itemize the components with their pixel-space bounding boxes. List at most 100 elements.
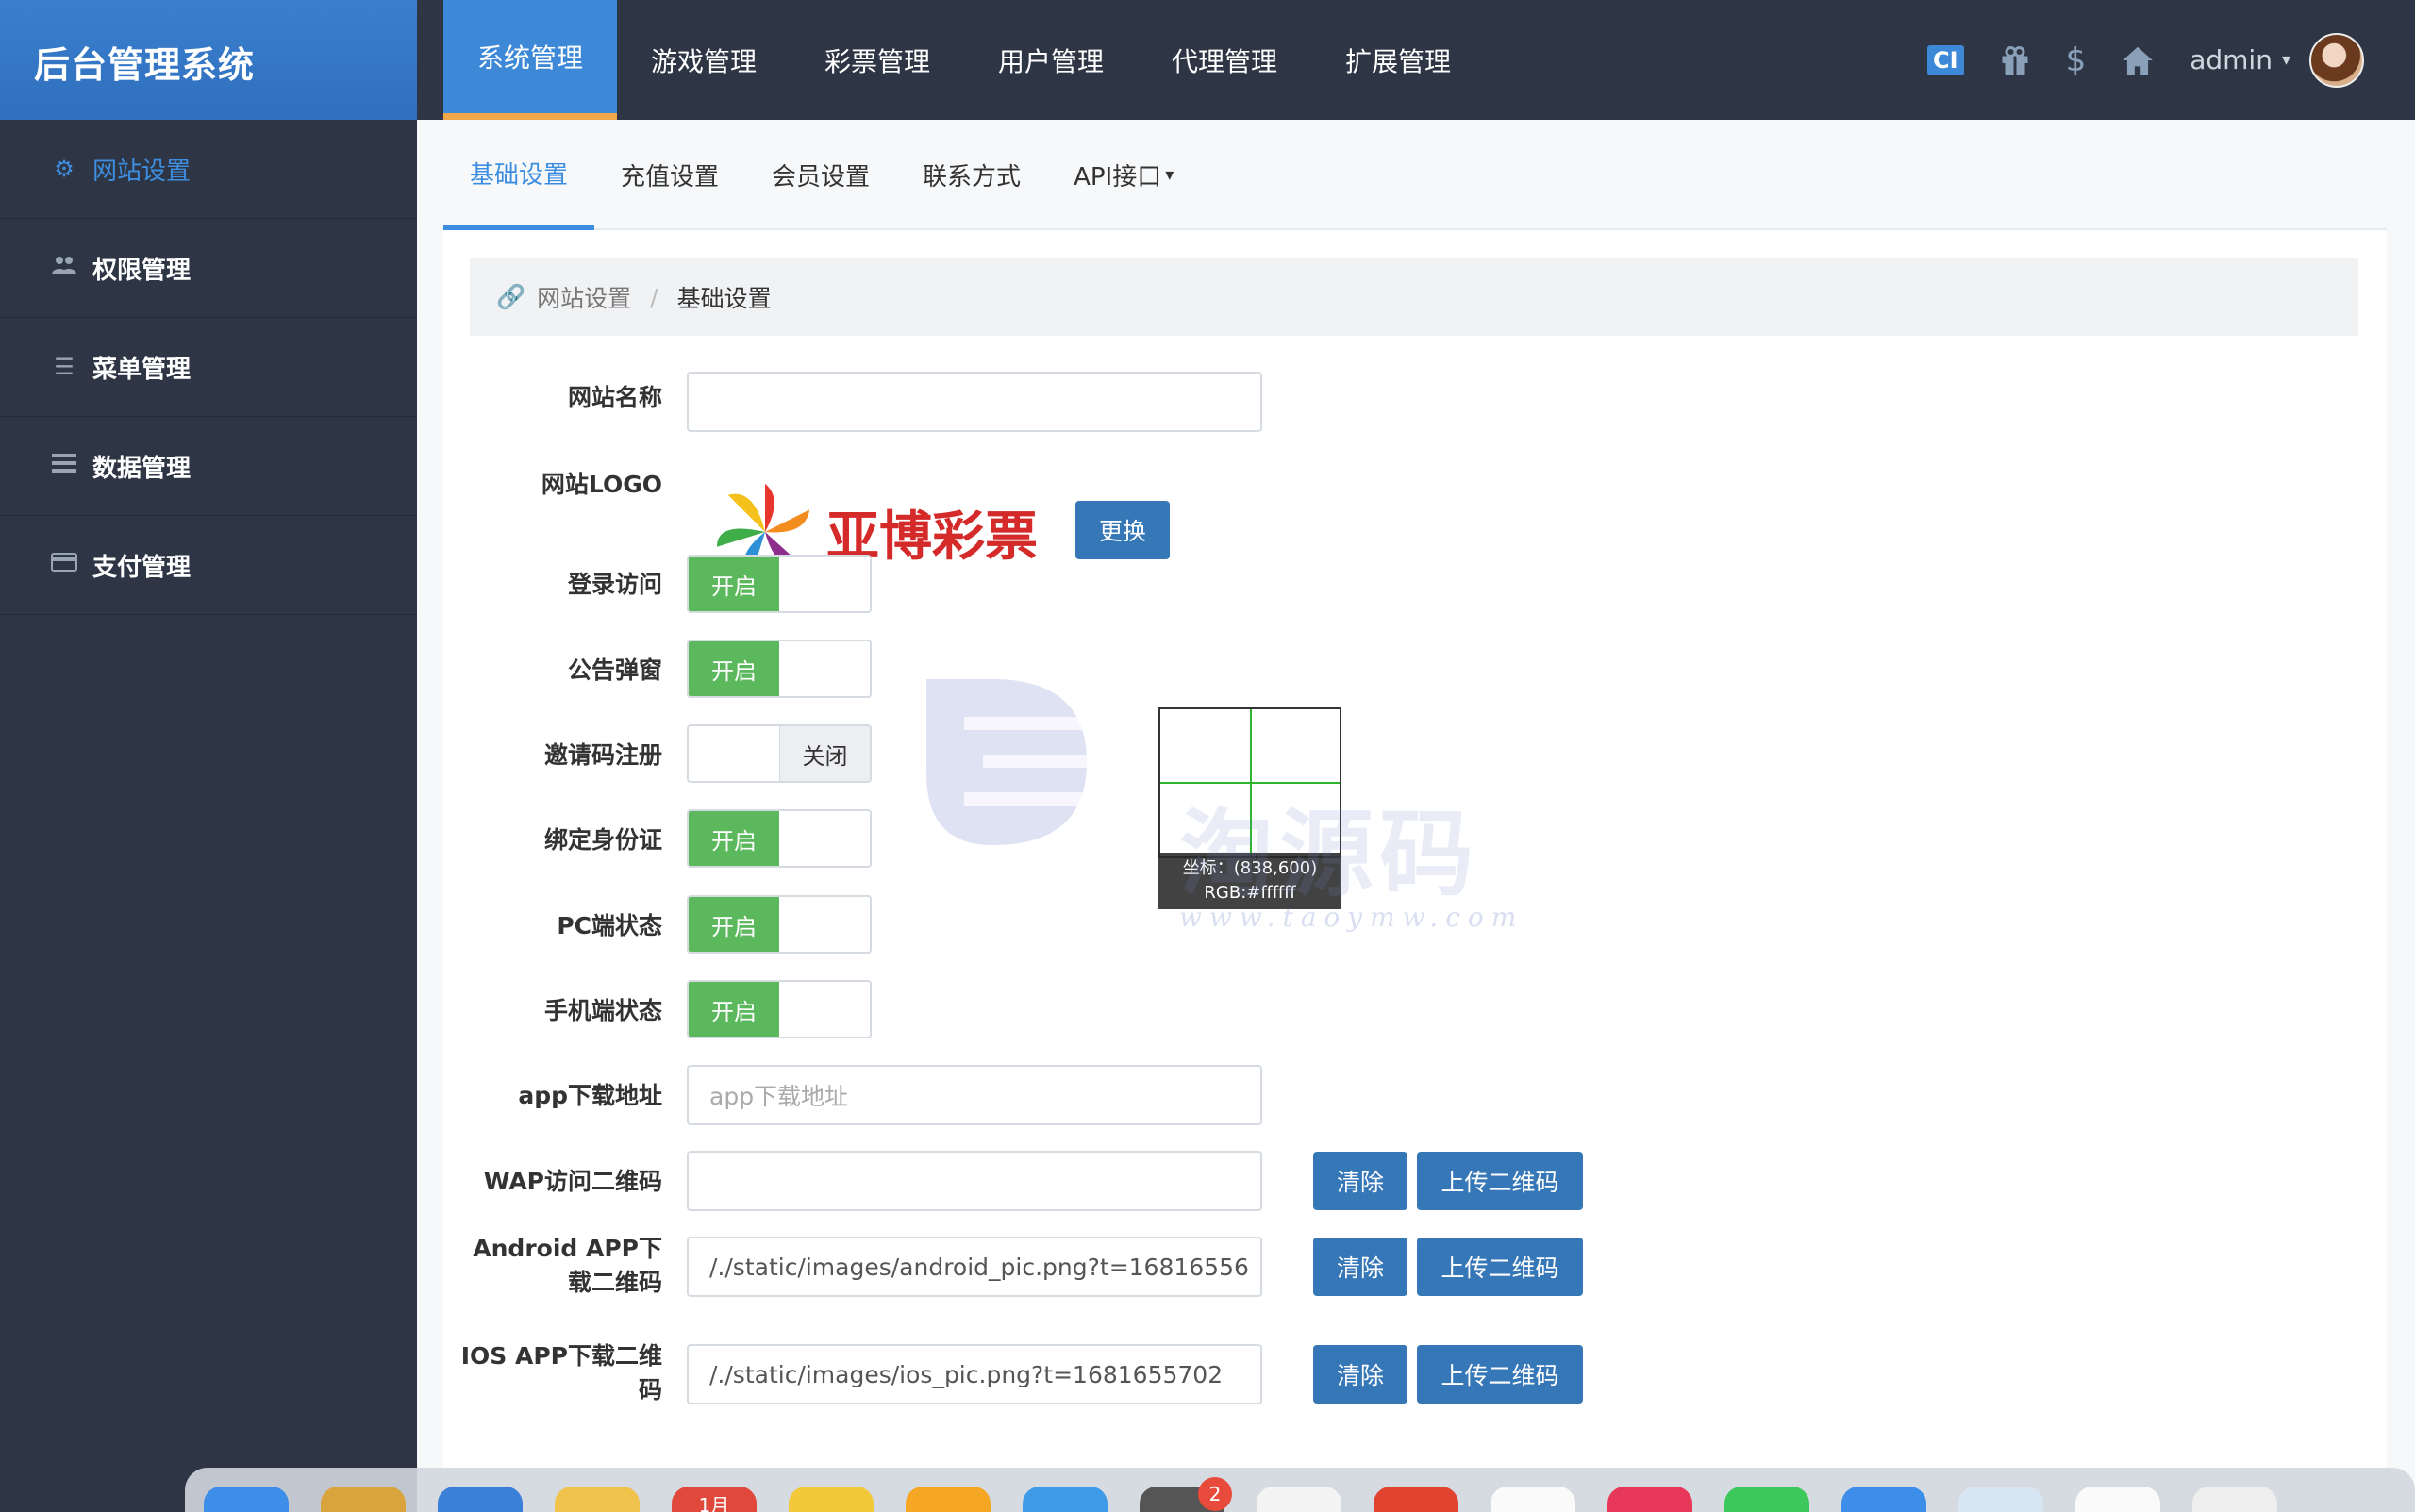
tab-basic-settings[interactable]: 基础设置 [443, 120, 595, 230]
dock-app-icon[interactable] [1841, 1487, 1926, 1512]
dock: 1月 2 [185, 1468, 2415, 1512]
sidebar-item-label: 网站设置 [92, 157, 192, 186]
dock-finder-icon[interactable] [204, 1487, 289, 1512]
ci-icon[interactable]: CI [1927, 44, 1964, 75]
toggle-off-label: 关闭 [778, 726, 870, 781]
dock-badge: 2 [1198, 1477, 1232, 1511]
app-download-label: app下载地址 [518, 1082, 662, 1109]
app-title: 后台管理系统 [0, 0, 417, 120]
sidebar-item-menu[interactable]: ☰ 菜单管理 [0, 318, 417, 417]
data-icon [51, 453, 77, 479]
dock-launchpad-icon[interactable] [321, 1487, 406, 1512]
sidebar: ⚙ 网站设置 权限管理 ☰ 菜单管理 数据管理 支付管理 [0, 120, 417, 1512]
dock-calendar-icon[interactable]: 1月 [672, 1487, 757, 1512]
avatar[interactable] [2309, 32, 2364, 88]
sidebar-item-label: 权限管理 [92, 256, 192, 285]
wap-qr-upload-button[interactable]: 上传二维码 [1417, 1152, 1583, 1210]
topnav-extension[interactable]: 扩展管理 [1311, 0, 1485, 120]
ios-qr-upload-button[interactable]: 上传二维码 [1417, 1345, 1583, 1404]
ios-qr-clear-button[interactable]: 清除 [1313, 1345, 1407, 1404]
link-icon: 🔗 [496, 283, 526, 310]
topnav-system[interactable]: 系统管理 [443, 0, 617, 120]
notice-popup-toggle[interactable]: 开启 [687, 640, 872, 698]
dock-appstore-icon[interactable] [1023, 1487, 1108, 1512]
gift-icon[interactable] [1998, 43, 2032, 77]
bind-id-label: 绑定身份证 [543, 826, 662, 854]
dock-app-icon[interactable] [1257, 1487, 1341, 1512]
dock-app-icon[interactable] [1958, 1487, 2043, 1512]
watermark-text: 淘源码 [1179, 799, 1479, 909]
caret-down-icon: ▾ [2281, 50, 2290, 70]
dock-photos-icon[interactable] [555, 1487, 640, 1512]
ios-qr-label: IOS APP下载二维码 [460, 1342, 662, 1404]
sidebar-item-label: 支付管理 [92, 553, 192, 582]
top-bar: 后台管理系统 系统管理 游戏管理 彩票管理 用户管理 代理管理 扩展管理 CI … [0, 0, 2415, 120]
tab-api-label: API接口 [1074, 163, 1162, 191]
breadcrumb: 🔗 网站设置 / 基础设置 [470, 258, 2358, 336]
sidebar-item-permissions[interactable]: 权限管理 [0, 219, 417, 318]
breadcrumb-current: 基础设置 [676, 285, 772, 312]
breadcrumb-parent[interactable]: 网站设置 [537, 280, 631, 314]
top-nav: 系统管理 游戏管理 彩票管理 用户管理 代理管理 扩展管理 [443, 0, 1485, 120]
bind-id-toggle[interactable]: 开启 [687, 809, 872, 868]
android-qr-upload-button[interactable]: 上传二维码 [1417, 1238, 1583, 1296]
android-qr-input[interactable]: /./static/images/android_pic.png?t=16816… [687, 1237, 1262, 1297]
sidebar-item-label: 菜单管理 [92, 355, 192, 384]
tab-contact[interactable]: 联系方式 [896, 120, 1047, 230]
home-icon[interactable] [2120, 43, 2156, 77]
ios-qr-input[interactable]: /./static/images/ios_pic.png?t=168165570… [687, 1344, 1262, 1404]
mobile-status-label: 手机端状态 [543, 997, 662, 1024]
admin-menu[interactable]: admin ▾ [2190, 44, 2290, 75]
dollar-icon[interactable]: $ [2066, 42, 2087, 79]
site-name-input[interactable] [687, 372, 1262, 432]
sidebar-item-payment[interactable]: 支付管理 [0, 516, 417, 615]
top-right-tools: CI $ admin ▾ [1927, 0, 2415, 120]
dock-textedit-icon[interactable] [2192, 1487, 2277, 1512]
watermark-logo-icon [926, 679, 1106, 845]
toggle-on-label: 开启 [689, 897, 779, 952]
breadcrumb-separator: / [650, 283, 658, 311]
dock-app-icon[interactable] [1607, 1487, 1692, 1512]
android-qr-clear-button[interactable]: 清除 [1313, 1238, 1407, 1296]
admin-label: admin [2190, 44, 2273, 75]
toggle-on-label: 开启 [689, 811, 779, 866]
dock-safari-icon[interactable] [438, 1487, 523, 1512]
topnav-lottery[interactable]: 彩票管理 [791, 0, 964, 120]
tab-recharge-settings[interactable]: 充值设置 [594, 120, 745, 230]
settings-tabs: 基础设置 充值设置 会员设置 联系方式 API接口 ▾ [443, 120, 2387, 230]
card-icon [51, 552, 77, 578]
dock-settings-icon[interactable]: 2 [1140, 1477, 1232, 1512]
dock-notes-icon[interactable] [789, 1487, 874, 1512]
gear-icon: ⚙ [54, 156, 75, 182]
dock-app-icon[interactable] [1491, 1487, 1575, 1512]
sidebar-item-website-settings[interactable]: ⚙ 网站设置 [0, 120, 417, 219]
watermark-url: www.taoymw.com [1179, 902, 1524, 933]
toggle-on-label: 开启 [689, 557, 779, 611]
list-icon: ☰ [54, 354, 75, 380]
tab-member-settings[interactable]: 会员设置 [745, 120, 896, 230]
wap-qr-clear-button[interactable]: 清除 [1313, 1152, 1407, 1210]
dock-app-icon[interactable] [2075, 1487, 2160, 1512]
replace-logo-button[interactable]: 更换 [1075, 501, 1170, 559]
tab-api[interactable]: API接口 ▾ [1047, 120, 1200, 230]
dock-wechat-icon[interactable] [1724, 1487, 1809, 1512]
topnav-agent[interactable]: 代理管理 [1138, 0, 1311, 120]
invite-register-label: 邀请码注册 [543, 741, 662, 769]
toggle-on-label: 开启 [689, 641, 779, 696]
app-download-input[interactable]: app下载地址 [687, 1065, 1262, 1125]
wap-qr-input[interactable] [687, 1151, 1262, 1211]
sidebar-item-label: 数据管理 [92, 454, 192, 483]
dock-app-icon[interactable] [1374, 1487, 1458, 1512]
wap-qr-label: WAP访问二维码 [483, 1168, 662, 1195]
users-icon [51, 254, 77, 282]
mobile-status-toggle[interactable]: 开启 [687, 980, 872, 1038]
login-access-toggle[interactable]: 开启 [687, 555, 872, 613]
dock-pages-icon[interactable] [906, 1487, 991, 1512]
topnav-user[interactable]: 用户管理 [964, 0, 1138, 120]
android-qr-label: Android APP下载二维码 [473, 1235, 662, 1296]
pc-status-toggle[interactable]: 开启 [687, 895, 872, 954]
pc-status-label: PC端状态 [557, 912, 662, 939]
topnav-game[interactable]: 游戏管理 [617, 0, 791, 120]
invite-register-toggle[interactable]: 关闭 [687, 724, 872, 783]
sidebar-item-data[interactable]: 数据管理 [0, 417, 417, 516]
